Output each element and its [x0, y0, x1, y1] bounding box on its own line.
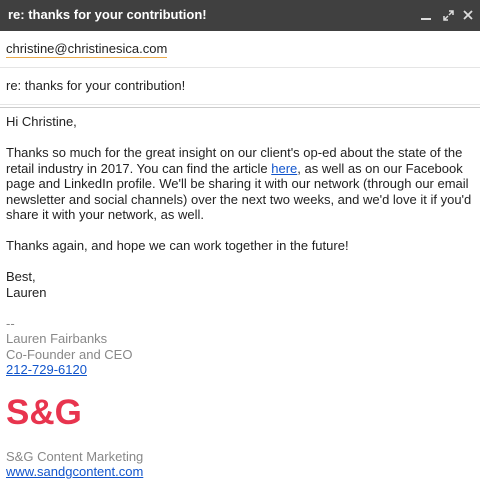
subject-field[interactable]: re: thanks for your contribution! — [0, 68, 480, 105]
article-link[interactable]: here — [271, 161, 297, 176]
closing-line: Best, — [6, 269, 36, 284]
compose-title: re: thanks for your contribution! — [8, 7, 207, 22]
greeting: Hi Christine, — [6, 114, 77, 129]
company-name: S&G Content Marketing — [6, 448, 144, 464]
popout-icon[interactable] — [439, 6, 457, 24]
compose-titlebar[interactable]: re: thanks for your contribution! — [0, 0, 480, 31]
closing: Best, Lauren — [6, 269, 474, 300]
message-body[interactable]: Hi Christine, Thanks so much for the gre… — [6, 114, 474, 480]
signature-name: Lauren Fairbanks — [6, 331, 108, 346]
svg-text:S&G: S&G — [6, 393, 82, 431]
phone-link[interactable]: 212-729-6120 — [6, 362, 87, 377]
body-paragraph-1: Thanks so much for the great insight on … — [6, 145, 474, 223]
header-divider — [0, 107, 480, 108]
closing-name: Lauren — [6, 284, 47, 300]
body-paragraph-2: Thanks again, and hope we can work toget… — [6, 238, 349, 253]
to-field[interactable]: christine@christinesica.com — [0, 31, 480, 68]
subject-input[interactable]: re: thanks for your contribution! — [6, 78, 185, 93]
signature: -- Lauren Fairbanks Co-Founder and CEO 2… — [6, 316, 474, 480]
website-link[interactable]: www.sandgcontent.com — [6, 464, 143, 479]
close-icon[interactable] — [459, 6, 477, 24]
recipient-chip[interactable]: christine@christinesica.com — [6, 41, 168, 58]
minimize-icon[interactable] — [417, 6, 435, 24]
company-logo: S&G — [6, 391, 474, 432]
signature-role: Co-Founder and CEO — [6, 346, 133, 362]
signature-separator: -- — [6, 315, 15, 331]
